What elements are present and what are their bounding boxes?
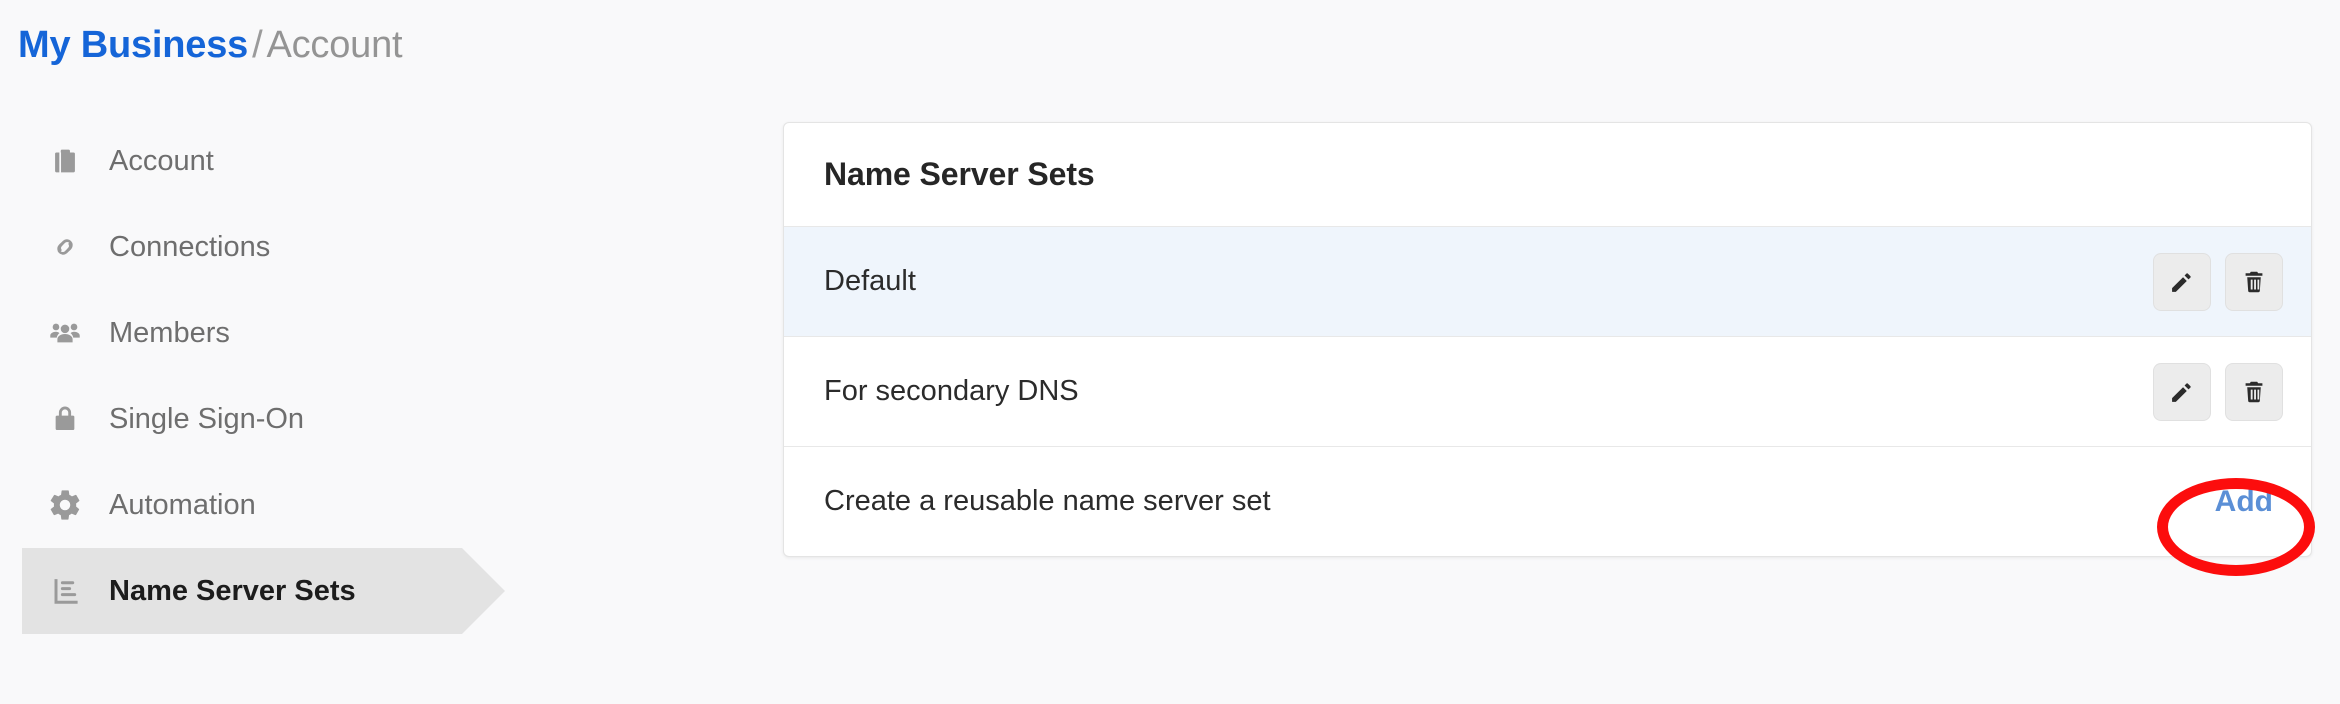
name-server-set-name: Default [824, 265, 916, 297]
sidebar-item-name-server-sets[interactable]: Name Server Sets [0, 548, 700, 634]
delete-button[interactable] [2225, 362, 2283, 421]
name-server-sets-card: Name Server Sets Default For secondary D… [783, 122, 2312, 557]
sidebar-item-members[interactable]: Members [0, 290, 700, 376]
sidebar-item-label: Connections [109, 231, 271, 263]
breadcrumb-root-link[interactable]: My Business [18, 24, 248, 66]
delete-button[interactable] [2225, 252, 2283, 311]
sidebar-active-arrow [462, 548, 505, 634]
sidebar-item-label: Account [109, 145, 214, 177]
app-root: My Business / Account Account Connections … [0, 0, 2340, 704]
add-button[interactable]: Add [2215, 485, 2283, 519]
row-actions [2153, 362, 2283, 421]
sidebar-item-single-sign-on[interactable]: Single Sign-On [0, 376, 700, 462]
sidebar-item-label: Single Sign-On [109, 403, 305, 435]
sidebar-item-label: Automation [109, 489, 256, 521]
table-row[interactable]: Default [784, 226, 2311, 336]
sidebar-item-connections[interactable]: Connections [0, 204, 700, 290]
row-actions [2153, 252, 2283, 311]
name-server-set-name: For secondary DNS [824, 375, 1079, 407]
create-row-label: Create a reusable name server set [824, 485, 1271, 517]
table-row[interactable]: For secondary DNS [784, 336, 2311, 446]
sidebar-item-automation[interactable]: Automation [0, 462, 700, 548]
lock-icon [43, 397, 87, 441]
trash-icon [2240, 378, 2268, 406]
sidebar-item-label: Name Server Sets [109, 575, 356, 607]
edit-icon [2168, 378, 2196, 406]
trash-icon [2240, 268, 2268, 296]
card-header: Name Server Sets [784, 123, 2311, 226]
sidebar: Account Connections Members Single Sign-… [0, 118, 700, 634]
list-bars-icon [43, 569, 87, 613]
breadcrumb-separator: / [252, 24, 263, 66]
briefcase-icon [43, 139, 87, 183]
edit-icon [2168, 268, 2196, 296]
sidebar-item-account[interactable]: Account [0, 118, 700, 204]
breadcrumb-current: Account [266, 24, 403, 66]
edit-button[interactable] [2153, 252, 2211, 311]
gear-icon [43, 483, 87, 527]
link-icon [43, 225, 87, 269]
page-title: Name Server Sets [824, 156, 1095, 192]
edit-button[interactable] [2153, 362, 2211, 421]
breadcrumb: My Business / Account [18, 22, 403, 68]
create-name-server-set-row: Create a reusable name server set Add [784, 446, 2311, 556]
sidebar-item-label: Members [109, 317, 230, 349]
people-icon [43, 311, 87, 355]
